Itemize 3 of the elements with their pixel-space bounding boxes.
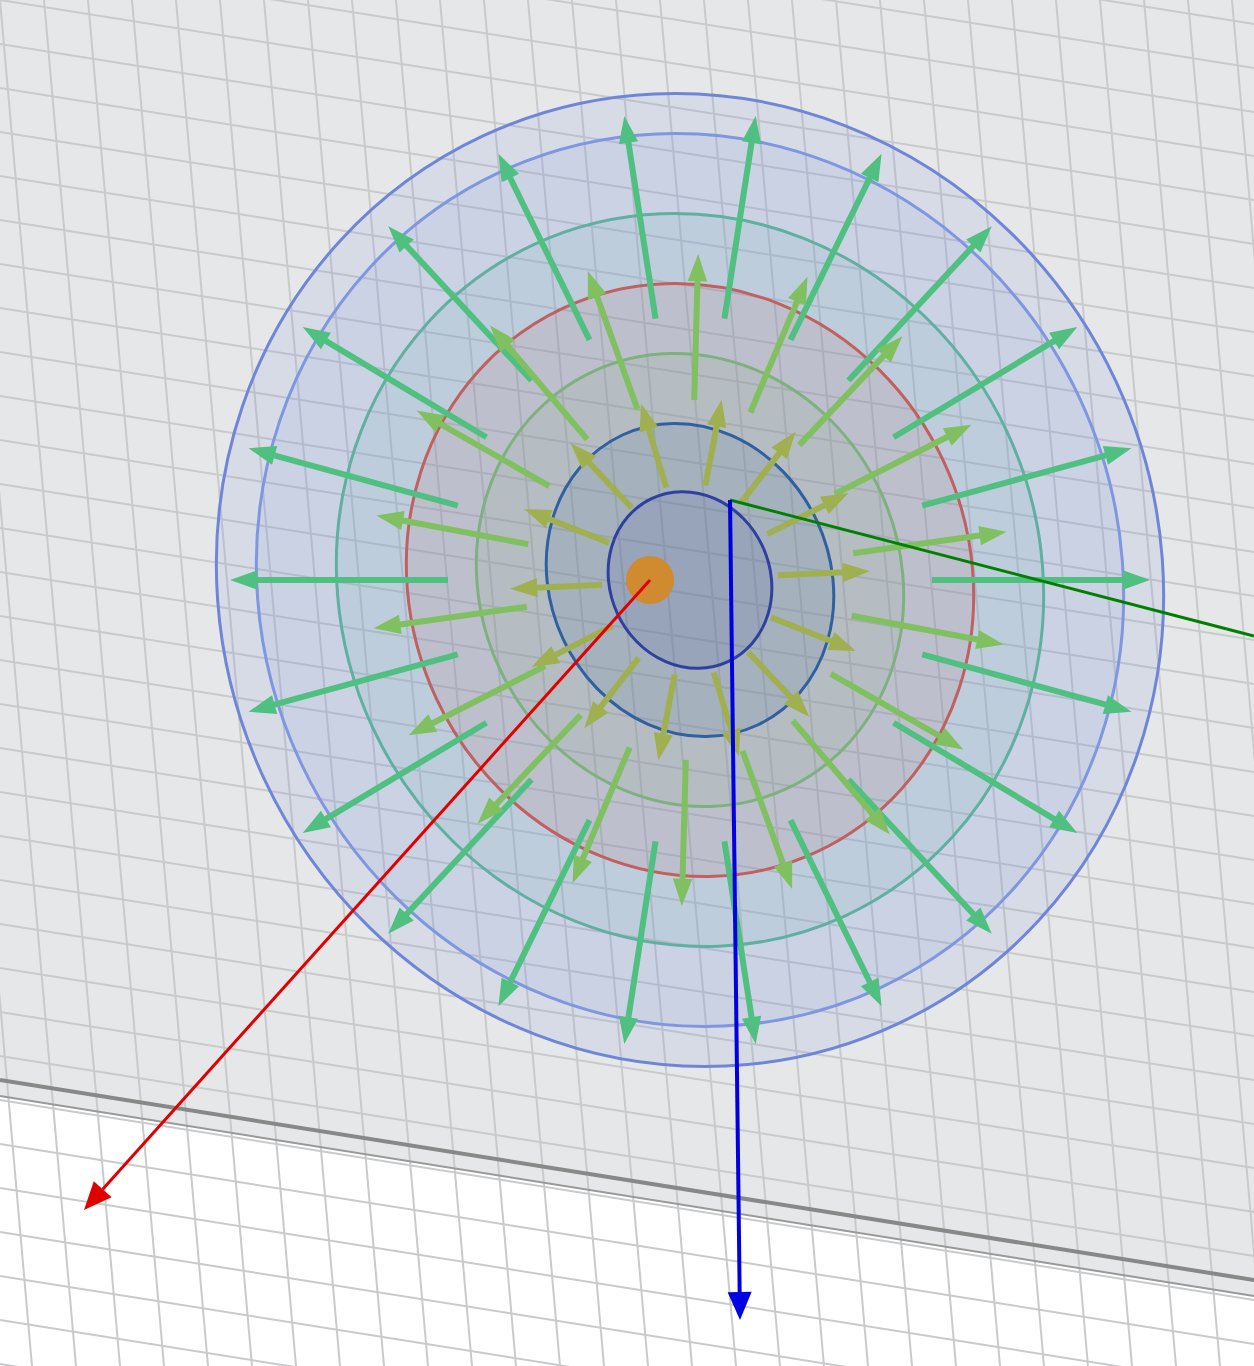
source-point xyxy=(626,556,674,604)
field-arrow xyxy=(777,562,870,583)
field-arrow xyxy=(510,577,603,598)
